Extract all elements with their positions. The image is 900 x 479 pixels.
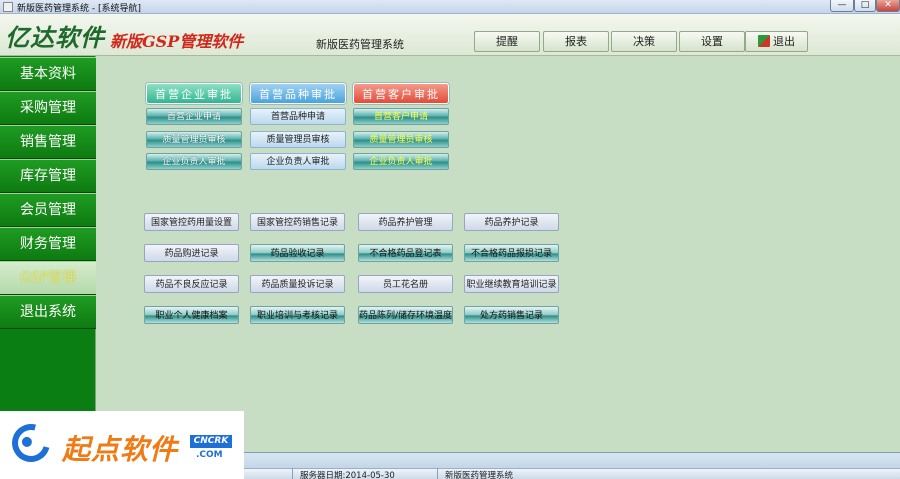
personal-health-file-button[interactable]: 职业个人健康档案 — [144, 306, 239, 324]
training-assessment-record-button[interactable]: 职业培训与考核记录 — [250, 306, 345, 324]
enterprise-qa-review-button[interactable]: 质量管理员审核 — [146, 131, 242, 148]
exit-icon — [758, 35, 770, 47]
status-system-name: 新版医药管理系统 — [445, 471, 514, 479]
close-button[interactable]: ✕ — [876, 0, 900, 12]
customer-manager-approve-button[interactable]: 企业负责人审批 — [353, 153, 449, 170]
nonconforming-drug-loss-record-button[interactable]: 不合格药品报损记录 — [464, 244, 559, 262]
watermark-swirl-icon — [5, 417, 57, 469]
drug-maintenance-record-button[interactable]: 药品养护记录 — [464, 213, 559, 231]
watermark-badge: CNCRK — [190, 435, 232, 448]
variety-approval-header[interactable]: 首营品种审批 — [250, 83, 346, 104]
drug-acceptance-record-button[interactable]: 药品验收记录 — [250, 244, 345, 262]
server-date: 服务器日期:2014-05-30 — [300, 471, 395, 479]
title-bar: 新版医药管理系统 - [系统导航] — □ ✕ — [0, 0, 900, 14]
sidebar-item-purchase[interactable]: 采购管理 — [0, 91, 96, 125]
drug-maintenance-management-button[interactable]: 药品养护管理 — [358, 213, 453, 231]
storage-environment-temperature-button[interactable]: 药品陈列/储存环境温度 — [358, 306, 453, 324]
watermark-text: 起点软件 — [62, 433, 179, 466]
drug-purchase-record-button[interactable]: 药品购进记录 — [144, 244, 239, 262]
exit-button[interactable]: 退出 — [745, 31, 808, 52]
adverse-reaction-record-button[interactable]: 药品不良反应记录 — [144, 275, 239, 293]
nonconforming-drug-register-button[interactable]: 不合格药品登记表 — [358, 244, 453, 262]
watermark-domain: .COM — [196, 450, 223, 460]
variety-manager-approve-button[interactable]: 企业负责人审批 — [250, 153, 346, 170]
sidebar-item-exit-system[interactable]: 退出系统 — [0, 295, 96, 329]
decision-button[interactable]: 决策 — [611, 31, 677, 52]
minimize-button[interactable]: — — [830, 0, 854, 12]
app-header: 亿达软件 新版GSP管理软件 新版医药管理系统 提醒 报表 决策 设置 退出 — [0, 14, 900, 56]
sidebar-item-members[interactable]: 会员管理 — [0, 193, 96, 227]
sidebar-nav: 基本资料 采购管理 销售管理 库存管理 会员管理 财务管理 GSP管理 退出系统 — [0, 56, 96, 452]
watermark-logo: 起点软件 CNCRK .COM — [0, 411, 244, 479]
variety-apply-button[interactable]: 首营品种申请 — [250, 108, 346, 125]
remind-button[interactable]: 提醒 — [474, 31, 540, 52]
controlled-drug-dosage-setting-button[interactable]: 国家管控药用量设置 — [144, 213, 239, 231]
staff-roster-button[interactable]: 员工花名册 — [358, 275, 453, 293]
variety-qa-review-button[interactable]: 质量管理员审核 — [250, 131, 346, 148]
company-logo: 亿达软件 — [5, 23, 105, 52]
sidebar-item-basic-data[interactable]: 基本资料 — [0, 57, 96, 91]
controlled-drug-sales-record-button[interactable]: 国家管控药销售记录 — [250, 213, 345, 231]
product-brand: 新版GSP管理软件 — [110, 32, 244, 51]
report-button[interactable]: 报表 — [543, 31, 609, 52]
status-separator — [437, 468, 438, 479]
continuing-education-record-button[interactable]: 职业继续教育培训记录 — [464, 275, 559, 293]
settings-button[interactable]: 设置 — [679, 31, 745, 52]
customer-approval-header[interactable]: 首营客户审批 — [353, 83, 449, 104]
maximize-button[interactable]: □ — [854, 0, 876, 12]
customer-apply-button[interactable]: 首营客户申请 — [353, 108, 449, 125]
sidebar-item-gsp[interactable]: GSP管理 — [0, 261, 96, 295]
app-icon — [3, 2, 13, 12]
enterprise-apply-button[interactable]: 首营企业申请 — [146, 108, 242, 125]
customer-qa-review-button[interactable]: 质量管理员审核 — [353, 131, 449, 148]
quality-complaint-record-button[interactable]: 药品质量投诉记录 — [250, 275, 345, 293]
window-title: 新版医药管理系统 - [系统导航] — [17, 4, 141, 14]
enterprise-approval-header[interactable]: 首营企业审批 — [146, 83, 242, 104]
sidebar-item-finance[interactable]: 财务管理 — [0, 227, 96, 261]
main-panel: 首营企业审批 首营品种审批 首营客户审批 首营企业申请 质量管理员审核 企业负责… — [96, 56, 900, 452]
prescription-sales-record-button[interactable]: 处方药销售记录 — [464, 306, 559, 324]
enterprise-manager-approve-button[interactable]: 企业负责人审批 — [146, 153, 242, 170]
sidebar-item-sales[interactable]: 销售管理 — [0, 125, 96, 159]
exit-button-label: 退出 — [773, 35, 795, 48]
sidebar-item-inventory[interactable]: 库存管理 — [0, 159, 96, 193]
system-name: 新版医药管理系统 — [316, 38, 404, 51]
status-separator — [292, 468, 293, 479]
